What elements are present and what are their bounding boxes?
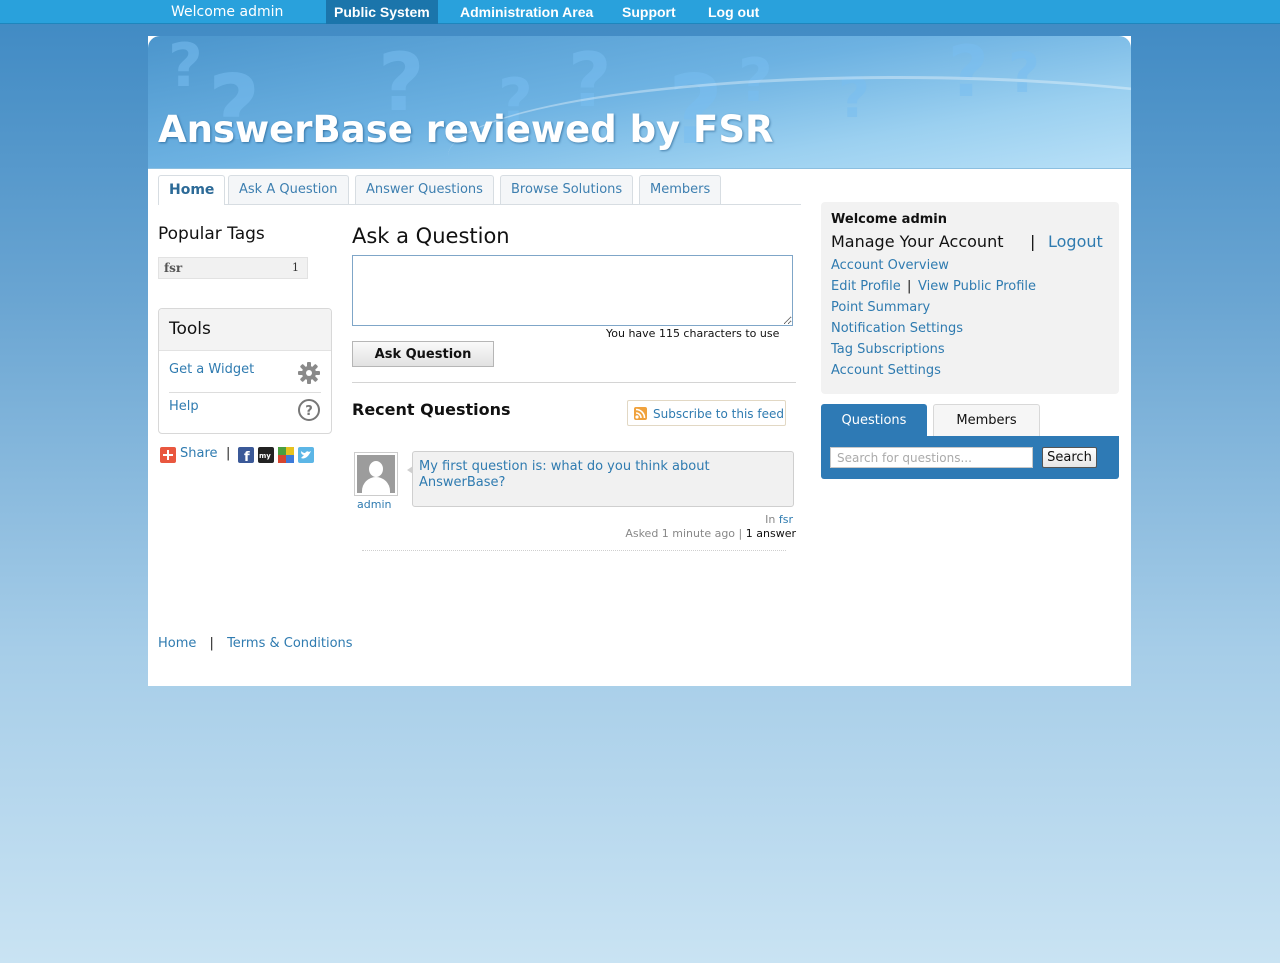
top-navigation-bar: Welcome admin Public System Administrati… [0,0,1280,24]
footer: Home | Terms & Conditions [158,636,353,651]
search-tab-members[interactable]: Members [933,404,1040,436]
search-input[interactable] [830,447,1033,468]
logout-link[interactable]: Logout [1048,232,1103,251]
search-button[interactable]: Search [1042,447,1097,468]
question-link[interactable]: My first question is: what do you think … [419,459,779,491]
svg-text:f: f [244,450,250,463]
characters-remaining: You have 115 characters to use [606,327,780,340]
tag-name[interactable]: fsr [164,261,182,275]
twitter-icon[interactable] [298,447,314,463]
ask-question-title: Ask a Question [352,224,510,248]
view-public-profile-link[interactable]: View Public Profile [918,279,1036,294]
popular-tags-title: Popular Tags [158,224,265,244]
myspace-icon[interactable]: my [258,447,274,463]
account-settings-link[interactable]: Account Settings [831,363,941,378]
question-bubble: My first question is: what do you think … [407,451,794,507]
question-tag-link[interactable]: fsr [779,513,793,526]
search-box: Search [821,436,1119,479]
question-circle-icon: ? [298,399,320,421]
manage-account-title: Manage Your Account [831,232,1004,251]
topnav-administration-area[interactable]: Administration Area [460,0,593,24]
asked-time: Asked 1 minute ago [625,527,736,540]
site-banner: ? ? ? ? ? ? ? ? ? ? AnswerBase reviewed … [148,36,1131,169]
main-tabs: Home Ask A Question Answer Questions Bro… [158,175,801,205]
tab-ask-a-question[interactable]: Ask A Question [228,175,349,204]
share-separator: | [226,446,231,461]
topnav-public-system[interactable]: Public System [326,0,438,24]
facebook-icon[interactable]: f [238,447,254,465]
question-author-link[interactable]: admin [357,498,391,511]
ask-question-button[interactable]: Ask Question [352,341,494,367]
search-panel: Questions Members Search [821,404,1119,479]
tab-members[interactable]: Members [639,175,722,204]
tools-panel: Tools Get a Widget Help ? [158,308,332,434]
tag-subscriptions-link[interactable]: Tag Subscriptions [831,342,945,357]
page-container: ? ? ? ? ? ? ? ? ? ? AnswerBase reviewed … [148,36,1131,686]
svg-text:my: my [259,452,271,460]
footer-terms-link[interactable]: Terms & Conditions [227,636,353,651]
subscribe-feed-button[interactable]: Subscribe to this feed [627,400,786,426]
gear-icon [298,362,320,384]
topnav-log-out[interactable]: Log out [708,0,759,24]
edit-profile-link[interactable]: Edit Profile [831,279,901,294]
question-textarea[interactable] [352,255,793,326]
tab-browse-solutions[interactable]: Browse Solutions [500,175,634,204]
account-panel: Welcome admin Manage Your Account | Logo… [821,202,1119,394]
share-link[interactable]: Share [180,446,218,461]
welcome-text: Welcome admin [171,4,284,20]
notification-settings-link[interactable]: Notification Settings [831,321,963,336]
account-overview-link[interactable]: Account Overview [831,258,949,273]
tools-title: Tools [169,319,211,339]
point-summary-link[interactable]: Point Summary [831,300,930,315]
google-icon[interactable] [278,447,294,463]
tab-home[interactable]: Home [158,175,226,205]
question-tag-line: In fsr [765,513,793,526]
rss-icon [634,407,647,420]
footer-home-link[interactable]: Home [158,636,196,651]
question-meta: Asked 1 minute ago | 1 answer [625,527,796,540]
share-icon[interactable] [160,447,176,463]
account-welcome: Welcome admin [831,212,948,227]
subscribe-feed-label: Subscribe to this feed [653,407,784,421]
answer-count-link[interactable]: 1 answer [746,527,796,540]
tag-item[interactable]: fsr 1 [158,257,308,279]
topnav-support[interactable]: Support [622,0,676,24]
svg-text:?: ? [305,404,313,419]
tag-count: 1 [292,261,299,274]
tools-header: Tools [159,309,331,351]
recent-questions-title: Recent Questions [352,400,511,419]
tab-answer-questions[interactable]: Answer Questions [355,175,494,204]
site-title: AnswerBase reviewed by FSR [158,108,774,151]
avatar[interactable] [354,452,398,496]
search-tab-questions[interactable]: Questions [821,404,927,436]
